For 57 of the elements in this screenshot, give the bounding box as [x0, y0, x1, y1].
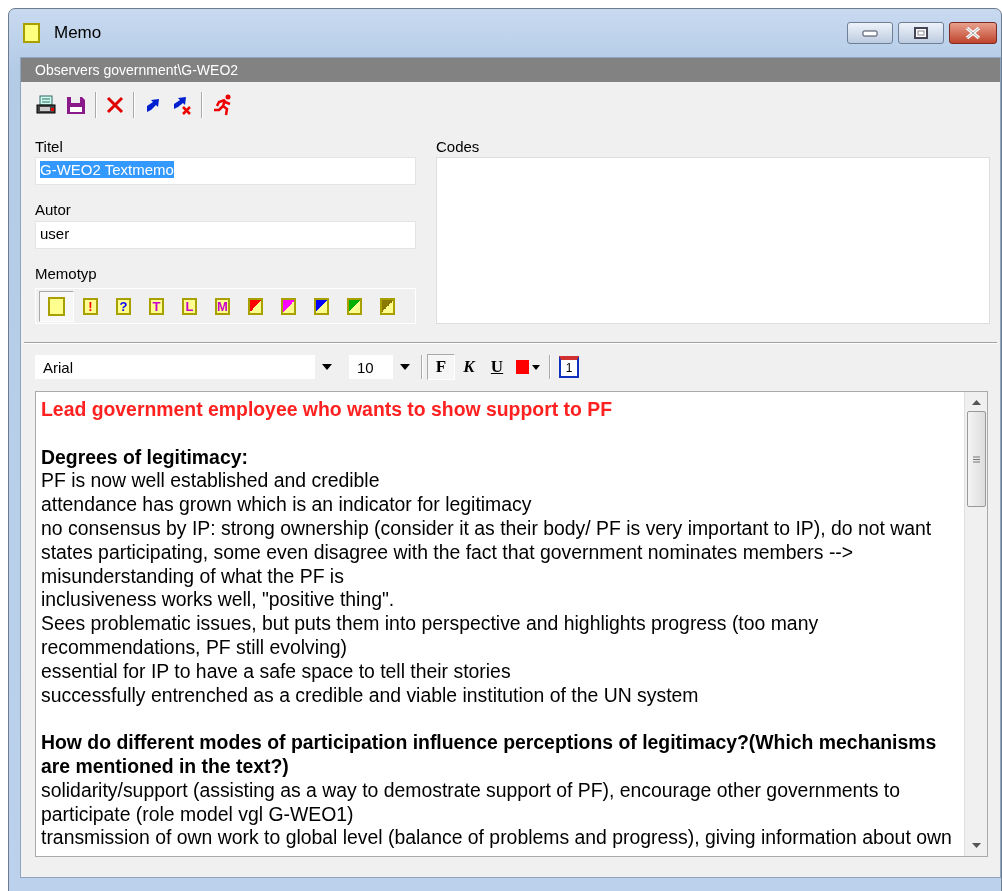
record-path: Observers government\G-WEO2 [21, 58, 1000, 82]
scrollbar[interactable] [964, 392, 987, 856]
memo-text-area[interactable] [35, 391, 988, 857]
memo-heading: Degrees of legitimacy: [41, 445, 249, 470]
note-glyph: L [185, 299, 194, 313]
arrow-remove-icon[interactable] [171, 94, 193, 116]
memo-paragraph: essential for IP to have a safe space to tell their stories [41, 659, 512, 684]
size-dropdown[interactable]: 10 [349, 355, 417, 379]
maximize-icon [914, 27, 928, 39]
memo-paragraph: PF is now well established and credible [41, 469, 381, 494]
memo-paragraph: solidarity/support (assisting as a way to demostrate support of PF), encourage other governments to participate (role model vgl G-WEO1) [41, 778, 901, 827]
close-icon [965, 26, 981, 40]
scroll-thumb[interactable] [966, 411, 986, 507]
window-title: Memo [54, 23, 103, 43]
memo-type-button[interactable]: M [206, 290, 239, 322]
font-name: Arial [43, 358, 73, 376]
grip-icon [972, 455, 980, 463]
field-label: Codes [436, 138, 481, 157]
font-dropdown[interactable]: Arial [35, 355, 339, 379]
memo-title-line: Lead government employee who wants to show support to PF [41, 398, 613, 422]
field-label: Memotyp [35, 264, 98, 284]
note-icon [48, 296, 65, 316]
maximize-button[interactable] [898, 22, 944, 44]
memo-icon [23, 23, 40, 43]
underline-button[interactable]: U [483, 354, 511, 380]
memo-paragraph: successfully entrenched as a credible and viable institution of the UN system [41, 683, 700, 708]
memo-type-button[interactable]: ? [107, 290, 140, 322]
caret-icon [322, 364, 332, 370]
caret-icon [400, 364, 410, 370]
scroll-up-icon[interactable] [971, 400, 981, 405]
memo-paragraph: transmission of own work to global level (balance of problems and progress), giving information about own [41, 826, 953, 851]
scroll-down-icon[interactable] [971, 843, 981, 848]
save-icon[interactable] [65, 94, 87, 116]
memo-type-button[interactable]: L [173, 290, 206, 322]
delete-icon[interactable] [105, 95, 125, 115]
memo-type-button[interactable]: ! [74, 290, 107, 322]
font-size: 10 [357, 358, 374, 376]
note-glyph: ! [88, 299, 93, 313]
author-field[interactable]: user [35, 220, 416, 249]
caret-icon [532, 364, 540, 370]
note-glyph: T [152, 299, 161, 313]
memo-paragraph: inclusiveness works well, "positive thing". [41, 588, 396, 613]
calendar-button[interactable]: 1 [559, 356, 579, 378]
memo-paragraph: attendance has grown which is an indicator for legitimacy [41, 493, 533, 517]
memo-paragraph: Sees problematic issues, but puts them into perspective and highlights progress (too many recommendations, PF still evolving) [41, 612, 820, 660]
minimize-button[interactable] [847, 22, 893, 44]
printer-icon[interactable] [35, 94, 57, 116]
bold-button[interactable]: F [427, 354, 455, 380]
memo-heading: How do different modes of participation influence perceptions of legitimacy?(Which mechanisms are mentioned in the text?) [41, 731, 938, 779]
italic-button[interactable]: K [455, 354, 483, 380]
field-label: Autor [35, 201, 72, 221]
memo-type-button[interactable]: T [140, 290, 173, 322]
field-label: Titel [35, 138, 64, 157]
close-button[interactable] [949, 22, 997, 44]
note-glyph: M [217, 299, 228, 313]
note-glyph: ? [119, 299, 128, 313]
minimize-icon [862, 29, 878, 37]
